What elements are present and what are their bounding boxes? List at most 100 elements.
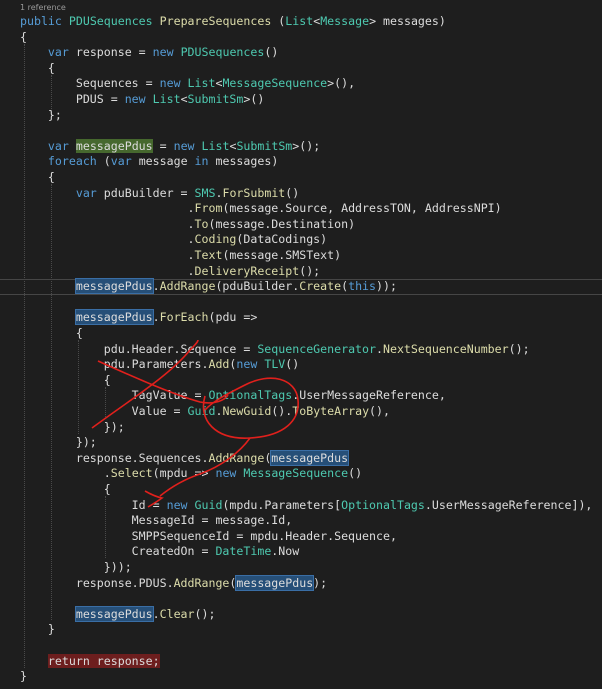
code-line[interactable]: .From(message.Source, AddressTON, Addres… [0,201,602,217]
code-token: TagValue = [20,388,209,403]
code-token: new [236,357,258,372]
code-token: MessageId = message.Id, [20,513,293,528]
code-token: Sequences = [20,76,160,91]
code-line[interactable]: } [0,669,602,685]
code-line[interactable]: { [0,326,602,342]
code-line[interactable]: TagValue = OptionalTags.UserMessageRefer… [0,388,602,404]
code-line[interactable]: var pduBuilder = SMS.ForSubmit() [0,186,602,202]
code-line[interactable]: }; [0,108,602,124]
code-line[interactable]: CreatedOn = DateTime.Now [0,544,602,560]
code-line[interactable] [0,591,602,607]
code-line[interactable]: Id = new Guid(mpdu.Parameters[OptionalTa… [0,498,602,514]
code-line[interactable]: pdu.Header.Sequence = SequenceGenerator.… [0,342,602,358]
code-line[interactable]: Sequences = new List<MessageSequence>(), [0,76,602,92]
code-line[interactable]: })); [0,560,602,576]
code-token: AddRange [208,450,265,465]
code-token: . [152,279,160,294]
code-line[interactable]: messagePdus.Clear(); [0,605,602,623]
code-line[interactable] [0,123,602,139]
code-line[interactable]: MessageId = message.Id, [0,513,602,529]
code-line[interactable]: foreach (var message in messages) [0,154,602,170]
highlighted-identifier: messagePdus [74,309,154,326]
code-line[interactable]: public PDUSequences PrepareSequences (Li… [0,14,602,30]
code-token: pdu.Header.Sequence = [20,341,258,356]
code-editor[interactable]: 1 reference public PDUSequences PrepareS… [0,0,602,689]
code-line[interactable]: response.PDUS.AddRange(messagePdus); [0,574,602,592]
code-line[interactable]: { [0,61,602,77]
code-token: Id = [20,497,167,512]
code-line[interactable]: Value = Guid.NewGuid().ToByteArray(), [0,404,602,420]
code-token: { [20,60,55,75]
code-token: List [285,14,314,28]
code-token: foreach [47,154,97,169]
code-token: . [376,341,383,356]
code-line[interactable]: .Select(mpdu => new MessageSequence() [0,466,602,482]
code-line[interactable]: return response; [0,653,602,670]
code-token: >(); [292,138,321,153]
code-token: }; [20,107,62,122]
code-line[interactable]: response.Sequences.AddRange(messagePdus [0,449,602,467]
highlighted-statement: return response; [47,653,160,668]
code-token: AddRange [159,279,216,294]
code-token: (), [369,404,390,418]
code-token: Guid [194,497,223,512]
code-line[interactable]: .To(message.Destination) [0,217,602,233]
code-token: MessageSequence [222,76,328,91]
code-line[interactable]: { [0,30,602,46]
code-token: CreatedOn = [20,544,216,559]
code-line[interactable]: messagePdus.AddRange(pduBuilder.Create(t… [0,278,602,295]
code-token: . [20,466,111,481]
code-token: ( [271,14,286,28]
code-token: { [20,372,111,387]
code-line[interactable]: .DeliveryReceipt(); [0,264,602,280]
code-token: in [194,154,209,169]
code-line[interactable]: PDUS = new List<SubmitSm>() [0,92,602,108]
code-token: (message.SMSText) [222,248,342,262]
code-token: From [194,201,223,216]
code-token: ); [313,575,328,590]
code-token: = [152,138,174,153]
code-token: (pdu => [208,310,258,325]
code-token: .UserMessageReference, [292,388,446,403]
code-line[interactable]: }); [0,420,602,436]
code-line[interactable]: var response = new PDUSequences() [0,45,602,61]
code-line[interactable]: SMPPSequenceId = mpdu.Header.Sequence, [0,529,602,545]
code-line[interactable]: var messagePdus = new List<SubmitSm>(); [0,138,602,155]
code-line[interactable]: { [0,170,602,186]
code-line[interactable]: } [0,622,602,638]
code-token: . [20,201,195,216]
code-line[interactable]: { [0,373,602,389]
code-token: { [20,482,111,496]
codelens-reference[interactable]: 1 reference [20,3,66,12]
code-token: var [75,185,97,200]
code-token: } [20,622,55,637]
code-line[interactable]: .Coding(DataCodings) [0,232,602,248]
code-token: SubmitSm [187,92,244,106]
code-token: (); [194,606,216,621]
code-line[interactable]: { [0,482,602,498]
code-line[interactable]: }); [0,435,602,451]
code-line[interactable] [0,295,602,311]
highlighted-identifier: messagePdus [270,449,350,466]
code-token: } [20,669,27,684]
code-token: SMS [194,185,216,200]
code-token: new [124,92,146,106]
code-line[interactable] [0,638,602,654]
code-token: NewGuid [222,404,272,418]
code-line[interactable]: .Text(message.SMSText) [0,248,602,264]
code-token: PrepareSequences [159,14,272,28]
code-line[interactable]: pdu.Parameters.Add(new TLV() [0,357,602,373]
code-token: List [201,138,230,153]
code-token: PDUSequences [68,14,153,28]
code-token: }); [20,435,97,450]
code-token: { [20,326,83,340]
code-token: (mpdu => [152,466,216,481]
code-line[interactable]: messagePdus.ForEach(pdu => [0,309,602,326]
